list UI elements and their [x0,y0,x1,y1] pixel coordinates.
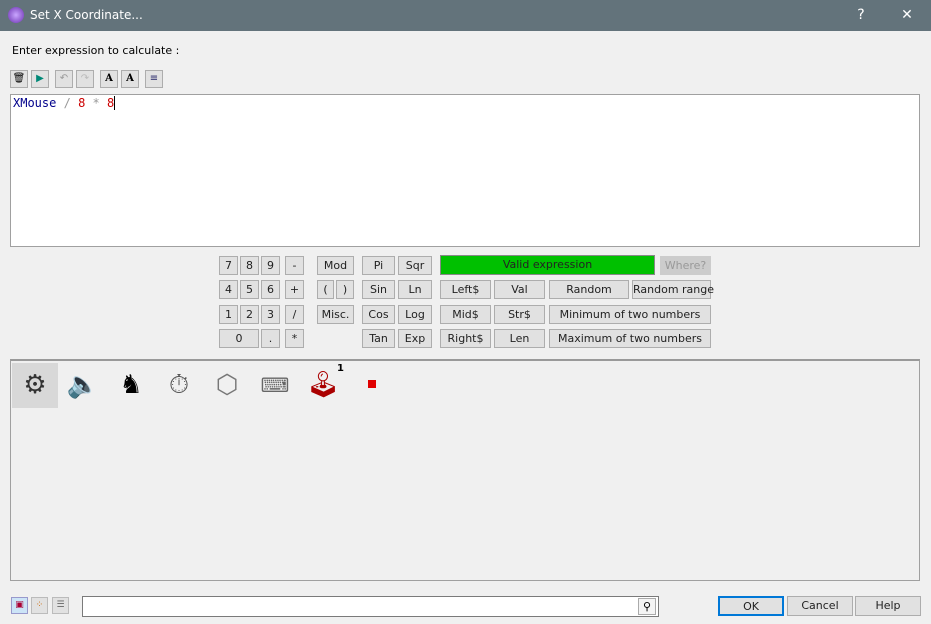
player-badge: 1 [337,363,344,374]
operator: / [63,96,71,110]
max-button[interactable]: Maximum of two numbers [549,329,711,348]
exp-button[interactable]: Exp [398,329,432,348]
ok-button[interactable]: OK [718,596,784,616]
key-multiply[interactable]: * [285,329,304,348]
close-button[interactable]: ✕ [892,4,922,26]
search-input[interactable] [82,596,659,617]
operator: * [92,96,100,110]
help-title-button[interactable]: ? [846,4,876,26]
speaker-icon[interactable]: 🔈 [60,363,106,408]
key-7[interactable]: 7 [219,256,238,275]
token-xmouse: XMouse [13,96,57,110]
help-button[interactable]: Help [855,596,921,616]
key-minus[interactable]: - [285,256,304,275]
undo-icon[interactable]: ↶ [55,70,73,88]
log-button[interactable]: Log [398,305,432,324]
redo-icon[interactable]: ↷ [76,70,94,88]
font-smaller-icon[interactable]: A [121,70,139,88]
create-object-icon[interactable]: ⬡ [204,363,250,408]
window-title: Set X Coordinate... [30,8,143,22]
key-divide[interactable]: / [285,305,304,324]
expression-editor[interactable]: XMouse / 8 * 8 [10,94,920,247]
rparen-button[interactable]: ) [336,280,354,299]
cancel-button[interactable]: Cancel [787,596,853,616]
prompt-label: Enter expression to calculate : [12,44,180,57]
run-icon[interactable]: ▶ [31,70,49,88]
random-button[interactable]: Random [549,280,629,299]
key-2[interactable]: 2 [240,305,259,324]
view-list-icon[interactable]: ☰ [52,597,69,614]
where-button[interactable]: Where? [660,256,711,275]
title-bar: Set X Coordinate... ? ✕ [0,0,931,31]
keyboard-mouse-icon[interactable]: ⌨ [252,363,298,408]
key-9[interactable]: 9 [261,256,280,275]
key-4[interactable]: 4 [219,280,238,299]
left-button[interactable]: Left$ [440,280,491,299]
sin-button[interactable]: Sin [362,280,395,299]
trash-icon[interactable]: 🗑 [10,70,28,88]
view-large-icon[interactable]: ▣ [11,597,28,614]
key-dot[interactable]: . [261,329,280,348]
sqr-button[interactable]: Sqr [398,256,432,275]
status-indicator: Valid expression [440,255,655,275]
font-larger-icon[interactable]: A [100,70,118,88]
cos-button[interactable]: Cos [362,305,395,324]
tan-button[interactable]: Tan [362,329,395,348]
len-button[interactable]: Len [494,329,545,348]
misc-button[interactable]: Misc. [317,305,354,324]
val-button[interactable]: Val [494,280,545,299]
key-8[interactable]: 8 [240,256,259,275]
lparen-button[interactable]: ( [317,280,334,299]
key-plus[interactable]: + [285,280,304,299]
caret [114,96,116,110]
min-button[interactable]: Minimum of two numbers [549,305,711,324]
red-square-icon[interactable] [368,380,376,388]
app-icon [8,7,24,23]
random-range-button[interactable]: Random range [632,280,714,299]
ln-button[interactable]: Ln [398,280,432,299]
gears-icon[interactable]: ⚙ [12,363,58,408]
timer-icon[interactable]: ⏱ [156,363,202,408]
right-button[interactable]: Right$ [440,329,491,348]
wrap-icon[interactable]: ≡ [145,70,163,88]
mod-button[interactable]: Mod [317,256,354,275]
chess-icon[interactable]: ♞ [108,363,154,408]
number: 8 [78,96,86,110]
object-panel: ⚙ 🔈 ♞ ⏱ ⬡ ⌨ 🕹 1 [10,359,920,581]
key-5[interactable]: 5 [240,280,259,299]
search-icon[interactable]: ⚲ [638,598,656,615]
str-button[interactable]: Str$ [494,305,545,324]
key-3[interactable]: 3 [261,305,280,324]
key-6[interactable]: 6 [261,280,280,299]
mid-button[interactable]: Mid$ [440,305,491,324]
key-1[interactable]: 1 [219,305,238,324]
pi-button[interactable]: Pi [362,256,395,275]
view-small-icon[interactable]: ⁘ [31,597,48,614]
key-0[interactable]: 0 [219,329,259,348]
